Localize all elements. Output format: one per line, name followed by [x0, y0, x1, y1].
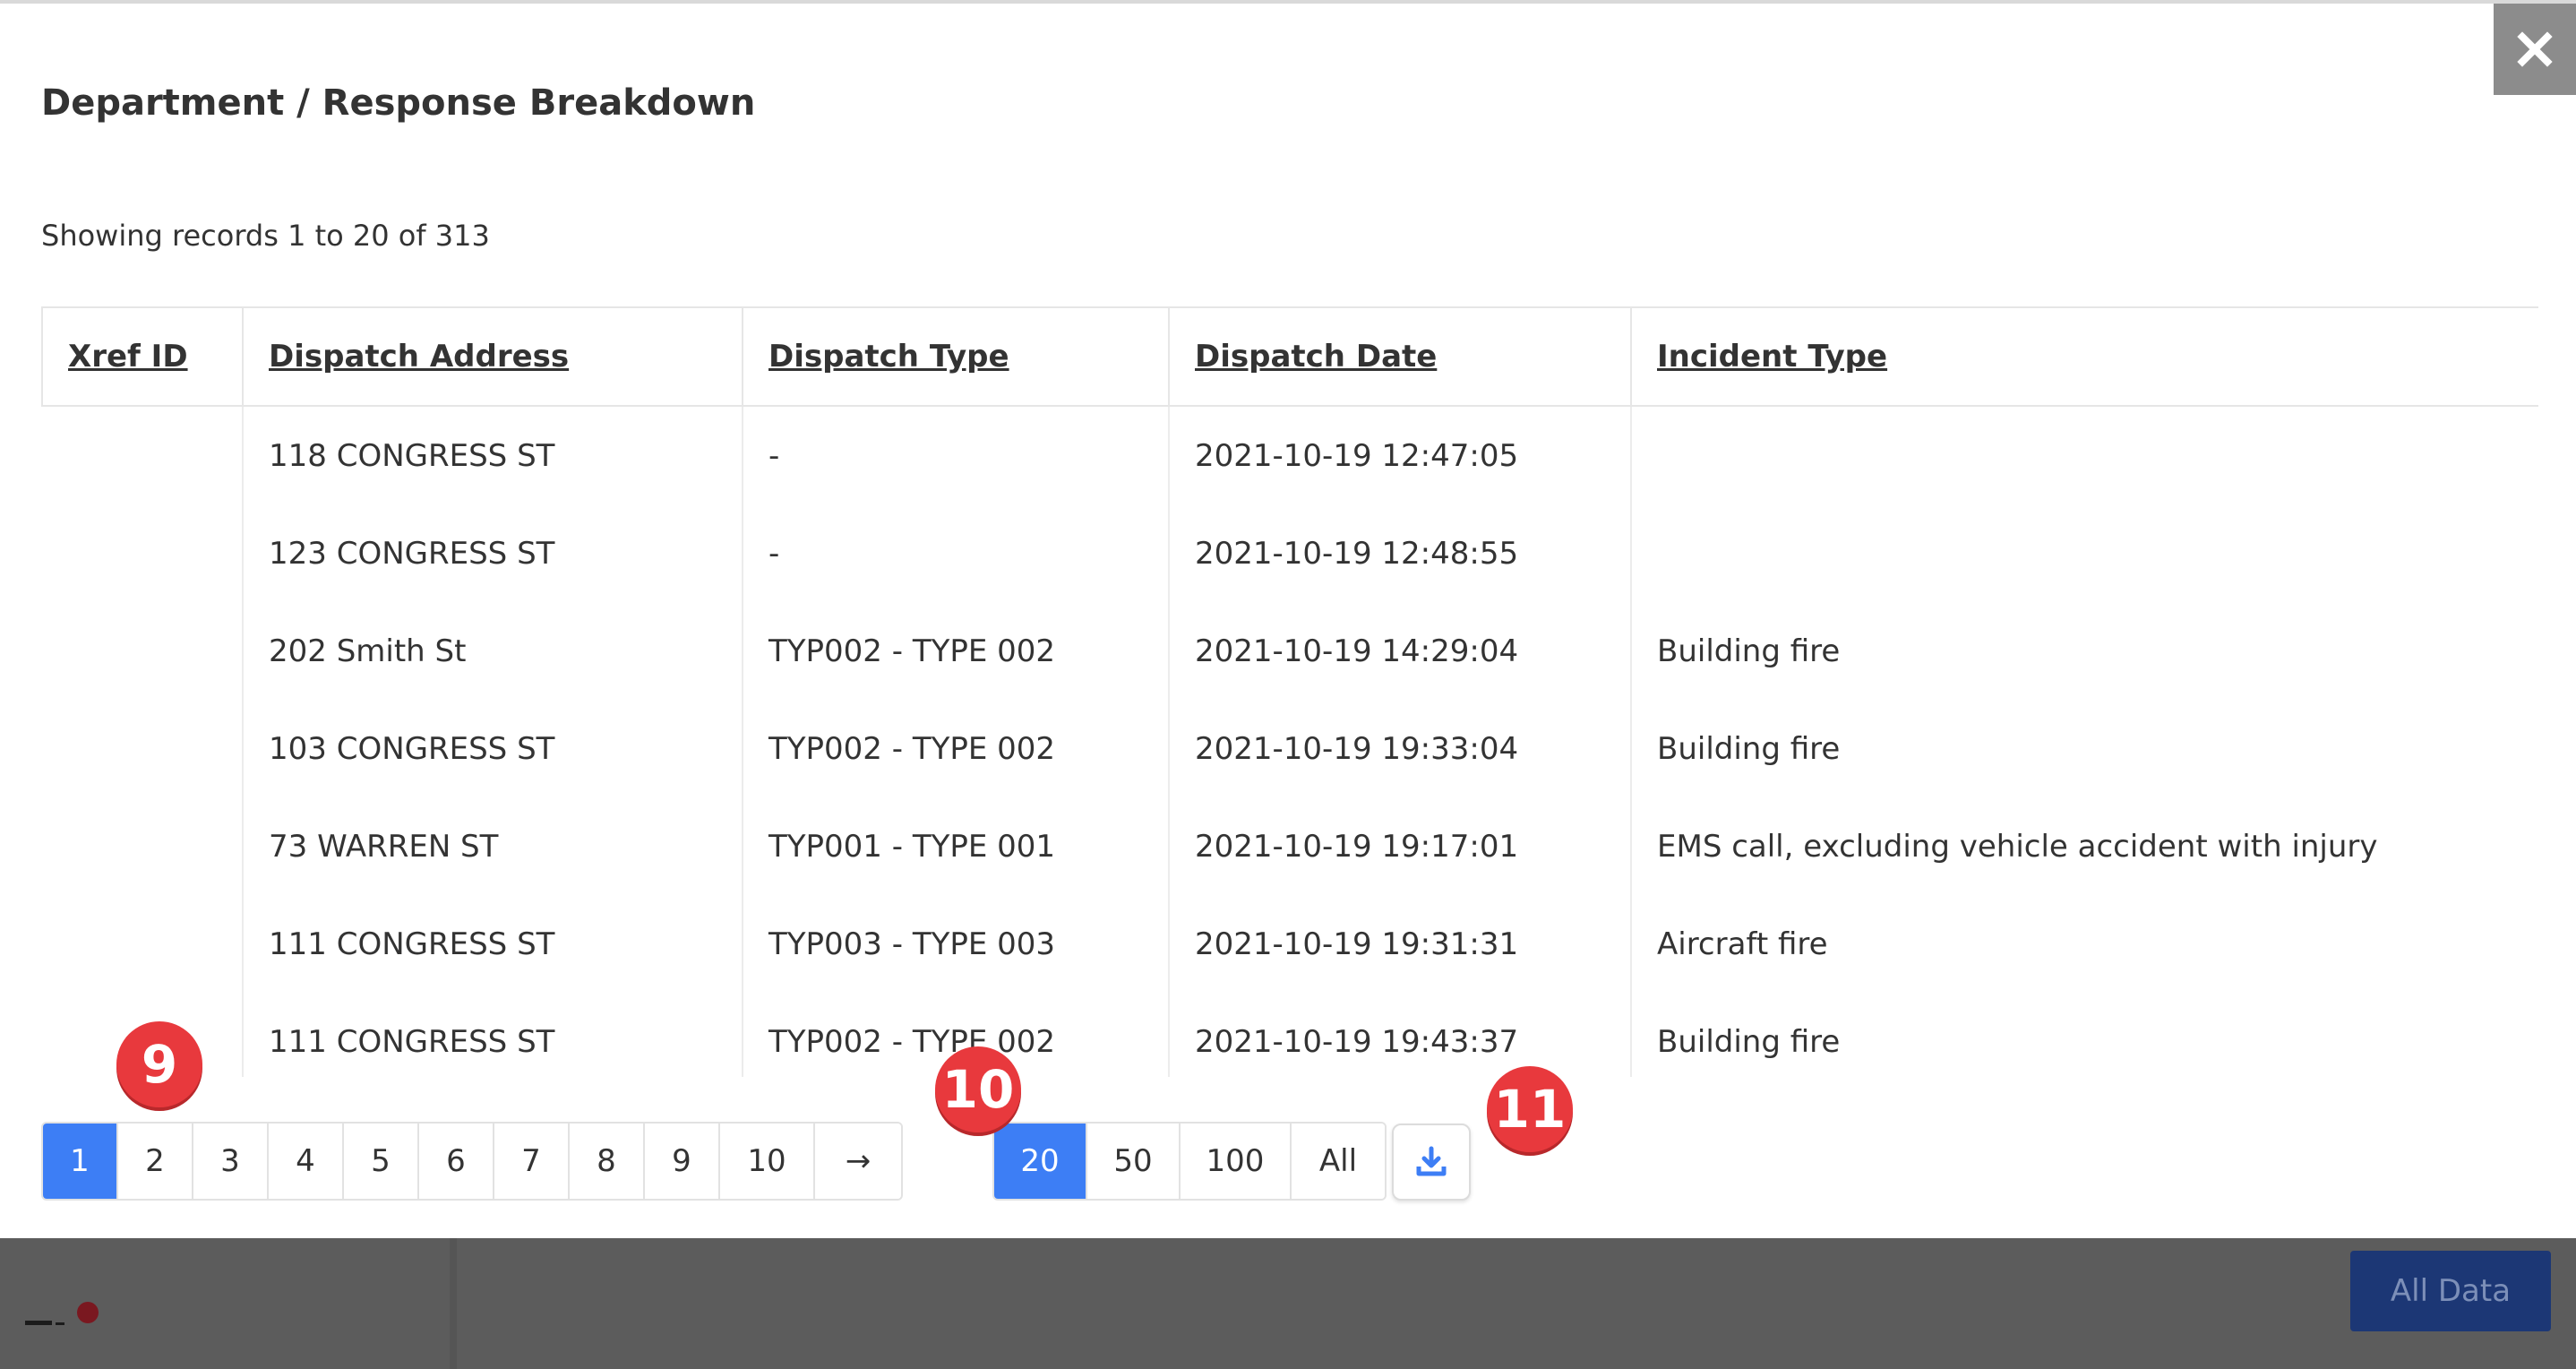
table-cell: 118 CONGRESS ST — [243, 406, 743, 504]
table-cell: Building fire — [1657, 633, 1841, 669]
records-info: Showing records 1 to 20 of 313 — [41, 219, 490, 253]
table-cell — [42, 895, 244, 993]
table-cell — [42, 504, 244, 602]
per-page-option-all[interactable]: All — [1292, 1124, 1385, 1199]
page-button-4[interactable]: 4 — [269, 1124, 344, 1199]
table-cell: 2021-10-19 12:47:05 — [1169, 406, 1632, 504]
background-divider — [450, 1238, 457, 1369]
annotation-badge-download: 11 — [1487, 1066, 1573, 1152]
per-page-selector: 20 50 100 All — [992, 1122, 1387, 1201]
table-cell: 2021-10-19 19:17:01 — [1169, 797, 1632, 895]
page-button-3[interactable]: 3 — [193, 1124, 269, 1199]
table-cell — [42, 406, 244, 504]
table-cell: Aircraft fire — [1657, 926, 1828, 962]
table-cell: 2021-10-19 14:29:04 — [1169, 602, 1632, 700]
table-cell: - — [743, 406, 1170, 504]
table-cell — [42, 797, 244, 895]
table-cell: Building fire — [1657, 1023, 1841, 1060]
table-row[interactable]: 202 Smith St TYP002 - TYPE 002 2021-10-19 … — [42, 602, 2538, 700]
table-header-row: Xref ID Dispatch Address Dispatch Type Disp… — [41, 306, 2538, 407]
table-cell: 2021-10-19 19:31:31 — [1169, 895, 1632, 993]
page-button-8[interactable]: 8 — [570, 1124, 645, 1199]
table-cell: 111 CONGRESS ST — [243, 895, 743, 993]
column-header-xref-id[interactable]: Xref ID — [41, 306, 244, 407]
page-button-2[interactable]: 2 — [118, 1124, 193, 1199]
annotation-badge-pagination: 9 — [116, 1021, 202, 1107]
per-page-option-50[interactable]: 50 — [1087, 1124, 1181, 1199]
logo-icon — [25, 1302, 99, 1325]
column-header-incident-type[interactable]: Incident Type — [1631, 306, 2538, 407]
table-cell: - — [743, 504, 1170, 602]
per-page-option-20[interactable]: 20 — [994, 1124, 1087, 1199]
next-page-button[interactable]: → — [815, 1124, 901, 1199]
page-button-1[interactable]: 1 — [43, 1124, 118, 1199]
page-button-5[interactable]: 5 — [344, 1124, 419, 1199]
table-cell: 73 WARREN ST — [243, 797, 743, 895]
breakdown-modal: Department / Response Breakdown Showing … — [0, 4, 2576, 1238]
table-cell: 2021-10-19 12:48:55 — [1169, 504, 1632, 602]
page-button-10[interactable]: 10 — [720, 1124, 815, 1199]
page-button-9[interactable]: 9 — [645, 1124, 720, 1199]
table-cell: 202 Smith St — [243, 602, 743, 700]
table-cell: TYP002 - TYPE 002 — [743, 602, 1170, 700]
table-cell: 123 CONGRESS ST — [243, 504, 743, 602]
table-row[interactable]: 73 WARREN ST TYP001 - TYPE 001 2021-10-19 … — [42, 797, 2538, 895]
table-row[interactable]: 111 CONGRESS ST TYP002 - TYPE 002 2021-10-… — [42, 993, 2538, 1077]
page-button-6[interactable]: 6 — [419, 1124, 494, 1199]
table-cell: 2021-10-19 19:33:04 — [1169, 700, 1632, 797]
table-cell: TYP001 - TYPE 001 — [743, 797, 1170, 895]
download-icon — [1416, 1146, 1447, 1176]
table-cell: EMS call, excluding vehicle accident wit… — [1657, 828, 2378, 865]
table-row[interactable]: 118 CONGRESS ST -2021-10-19 12:47:05 — [42, 406, 2538, 504]
column-header-dispatch-type[interactable]: Dispatch Type — [743, 306, 1170, 407]
table-row[interactable]: 103 CONGRESS ST TYP002 - TYPE 002 2021-10-… — [42, 700, 2538, 797]
table-body: 118 CONGRESS ST -2021-10-19 12:47:05 123 C… — [42, 406, 2538, 1077]
column-header-dispatch-address[interactable]: Dispatch Address — [243, 306, 743, 407]
close-button[interactable] — [2494, 4, 2576, 95]
page-button-7[interactable]: 7 — [494, 1124, 570, 1199]
pagination: 1 2 3 4 5 6 7 8 9 10 → — [41, 1122, 903, 1201]
table-cell: TYP003 - TYPE 003 — [743, 895, 1170, 993]
modal-title: Department / Response Breakdown — [41, 82, 756, 124]
table-row[interactable]: 111 CONGRESS ST TYP003 - TYPE 003 2021-10-… — [42, 895, 2538, 993]
table-cell: TYP002 - TYPE 002 — [743, 700, 1170, 797]
table-cell: 2021-10-19 19:43:37 — [1169, 993, 1632, 1077]
table-row[interactable]: 123 CONGRESS ST -2021-10-19 12:48:55 — [42, 504, 2538, 602]
records-table: Xref ID Dispatch Address Dispatch Type Disp… — [41, 306, 2538, 1077]
table-cell — [42, 700, 244, 797]
column-header-dispatch-date[interactable]: Dispatch Date — [1169, 306, 1632, 407]
table-cell: Building fire — [1657, 730, 1841, 767]
records-table-container[interactable]: Xref ID Dispatch Address Dispatch Type Disp… — [41, 306, 2538, 1077]
download-button[interactable] — [1392, 1124, 1471, 1201]
screen: Department / Response Breakdown Showing … — [0, 0, 2576, 1369]
close-icon — [2517, 31, 2553, 67]
table-cell — [1631, 406, 2538, 504]
per-page-option-100[interactable]: 100 — [1181, 1124, 1292, 1199]
table-cell — [42, 602, 244, 700]
table-cell: 111 CONGRESS ST — [243, 993, 743, 1077]
table-cell — [1631, 504, 2538, 602]
table-cell: 103 CONGRESS ST — [243, 700, 743, 797]
all-data-button[interactable]: All Data — [2350, 1251, 2551, 1331]
annotation-badge-per-page: 10 — [935, 1046, 1021, 1132]
background-footer — [0, 1238, 2576, 1369]
